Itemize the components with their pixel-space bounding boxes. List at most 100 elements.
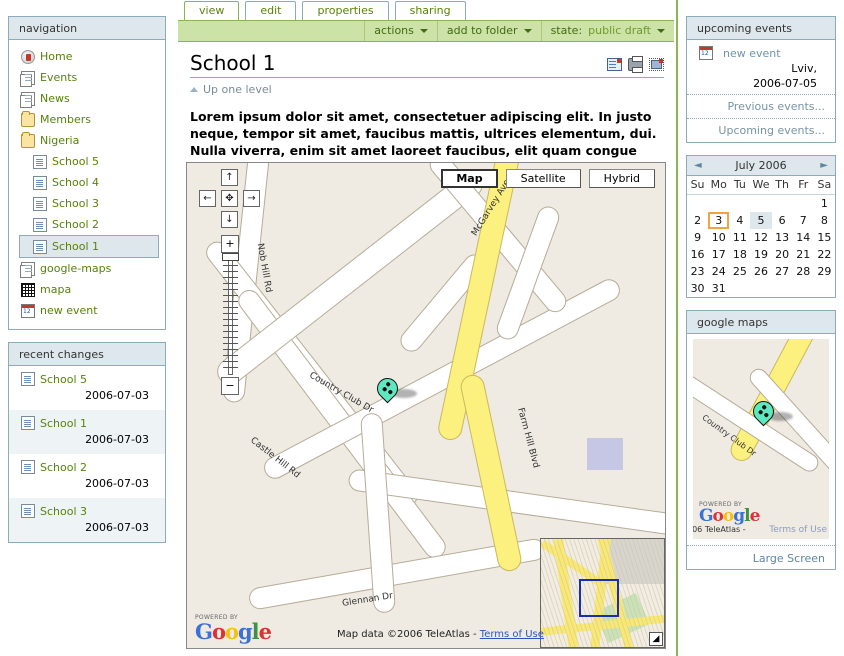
calendar-day[interactable]: 15: [814, 229, 835, 246]
calendar-day[interactable]: 19: [750, 246, 771, 263]
calendar-day[interactable]: 6: [772, 212, 793, 229]
calendar-prev-button[interactable]: ◄: [694, 160, 702, 171]
previous-events-link[interactable]: Previous events...: [687, 94, 835, 118]
calendar-day-empty: [750, 280, 771, 297]
terms-of-use-link[interactable]: Terms of Use: [480, 629, 544, 640]
zoom-out-button[interactable]: −: [221, 377, 239, 395]
sidebar-item-nigeria[interactable]: Nigeria: [9, 130, 165, 151]
sidebar-item-school-2[interactable]: School 2: [9, 214, 165, 235]
calendar-next-button[interactable]: ►: [820, 160, 828, 171]
google-maps-portlet: google maps Country Club Dr POWERED BY G…: [686, 310, 836, 570]
map-overview-inset[interactable]: ◢: [540, 538, 665, 648]
state-menu[interactable]: state: public draft: [540, 21, 674, 41]
document-action-icons: [607, 56, 664, 74]
calendar-day[interactable]: 23: [687, 263, 708, 280]
map-zoom-slider[interactable]: + −: [221, 235, 241, 395]
map-type-map-button[interactable]: Map: [441, 169, 498, 188]
tab-sharing[interactable]: sharing: [394, 1, 466, 20]
pan-left-button[interactable]: ←: [199, 190, 216, 207]
calendar-day[interactable]: 7: [793, 212, 814, 229]
zoom-in-button[interactable]: +: [221, 235, 239, 253]
calendar-day[interactable]: 28: [793, 263, 814, 280]
map-pan-control[interactable]: ↑ ← ✥ → ↓: [199, 169, 261, 231]
fullscreen-icon[interactable]: [649, 58, 664, 71]
map-viewport[interactable]: Nob Hill Rd McGarvey Ave Country Club Dr…: [186, 162, 666, 649]
calendar-day[interactable]: 1: [814, 195, 835, 213]
sidebar-item-school-4[interactable]: School 4: [9, 172, 165, 193]
tab-view[interactable]: view: [184, 1, 240, 20]
recent-change-title-row: School 5: [21, 372, 155, 386]
sidebar-item-school-3[interactable]: School 3: [9, 193, 165, 214]
sidebar-item-members[interactable]: Members: [9, 109, 165, 130]
map-type-hybrid-button[interactable]: Hybrid: [588, 169, 655, 188]
calendar-day[interactable]: 30: [687, 280, 708, 297]
calendar-day[interactable]: 12: [750, 229, 771, 246]
large-screen-link[interactable]: Large Screen: [687, 545, 835, 569]
calendar-day[interactable]: 31: [708, 280, 729, 297]
calendar-day[interactable]: 13: [772, 229, 793, 246]
calendar-day[interactable]: 17: [708, 246, 729, 263]
sidebar-item-new-event[interactable]: new event: [9, 300, 165, 321]
recent-change-row[interactable]: School 1 2006-07-03: [9, 410, 165, 454]
calendar-month-label: July 2006: [735, 159, 787, 172]
calendar-day[interactable]: 9: [687, 229, 708, 246]
print-icon[interactable]: [628, 56, 643, 73]
up-one-level-link[interactable]: Up one level: [190, 83, 664, 96]
calendar-day[interactable]: 5: [750, 212, 772, 229]
sidebar-item-news[interactable]: News: [9, 88, 165, 109]
pan-down-button[interactable]: ↓: [221, 211, 238, 228]
sidebar-item-school-5[interactable]: School 5: [9, 151, 165, 172]
map-marker[interactable]: [372, 373, 417, 408]
sidebar-item-home[interactable]: Home: [9, 46, 165, 67]
terms-of-use-link-mini[interactable]: Terms of Use: [769, 525, 827, 535]
recent-change-row[interactable]: School 2 2006-07-03: [9, 454, 165, 498]
calendar-day[interactable]: 11: [729, 229, 750, 246]
tab-properties[interactable]: properties: [302, 1, 389, 20]
road-farm-hill-lower: [458, 372, 524, 574]
send-this-icon[interactable]: [607, 58, 622, 71]
sidebar-item-events[interactable]: Events: [9, 67, 165, 88]
calendar-day[interactable]: 24: [708, 263, 729, 280]
event-title-row: new event: [699, 46, 825, 60]
recent-change-date: 2006-07-03: [85, 477, 149, 490]
sidebar-item-google-maps[interactable]: google-maps: [9, 258, 165, 279]
tab-edit[interactable]: edit: [245, 1, 297, 20]
calendar-day[interactable]: 4: [729, 212, 750, 229]
calendar-day[interactable]: 22: [814, 246, 835, 263]
actions-menu[interactable]: actions: [364, 21, 437, 41]
pan-up-button[interactable]: ↑: [221, 169, 238, 186]
sidebar-item-school-1[interactable]: School 1: [19, 235, 159, 258]
calendar-day[interactable]: 16: [687, 246, 708, 263]
recent-change-row[interactable]: School 5 2006-07-03: [9, 366, 165, 410]
event-entry[interactable]: new event Lviv, 2006-07-05: [687, 40, 835, 94]
event-date: 2006-07-05: [753, 77, 817, 90]
street-label: Farm Hill Blvd: [515, 406, 541, 470]
calendar-day[interactable]: 14: [793, 229, 814, 246]
pan-center-button[interactable]: ✥: [221, 190, 238, 207]
google-maps-thumbnail[interactable]: Country Club Dr POWERED BY Google 006 Te…: [693, 339, 829, 539]
calendar-day[interactable]: 10: [708, 229, 729, 246]
sidebar-item-mapa[interactable]: mapa: [9, 279, 165, 300]
sidebar-item-label: School 2: [52, 218, 100, 231]
calendar-day[interactable]: 2: [687, 212, 708, 229]
zoom-handle[interactable]: [222, 253, 239, 261]
event-name: new event: [723, 46, 781, 60]
map-type-satellite-button[interactable]: Satellite: [505, 169, 581, 188]
sidebar-item-label: Members: [40, 113, 91, 126]
recent-change-label: School 1: [40, 416, 88, 430]
upcoming-events-link[interactable]: Upcoming events...: [687, 118, 835, 142]
main-content: view edit properties sharing actions add to…: [178, 0, 674, 656]
calendar-day[interactable]: 20: [772, 246, 793, 263]
calendar-day[interactable]: 21: [793, 246, 814, 263]
calendar-day[interactable]: 18: [729, 246, 750, 263]
overview-resize-corner[interactable]: ◢: [649, 632, 663, 646]
calendar-day[interactable]: 8: [814, 212, 835, 229]
calendar-day[interactable]: 29: [814, 263, 835, 280]
pan-right-button[interactable]: →: [243, 190, 260, 207]
calendar-day[interactable]: 26: [750, 263, 771, 280]
calendar-day[interactable]: 3: [708, 212, 730, 229]
calendar-day[interactable]: 27: [772, 263, 793, 280]
add-to-folder-menu[interactable]: add to folder: [436, 21, 541, 41]
recent-change-row[interactable]: School 3 2006-07-03: [9, 498, 165, 542]
calendar-day[interactable]: 25: [729, 263, 750, 280]
